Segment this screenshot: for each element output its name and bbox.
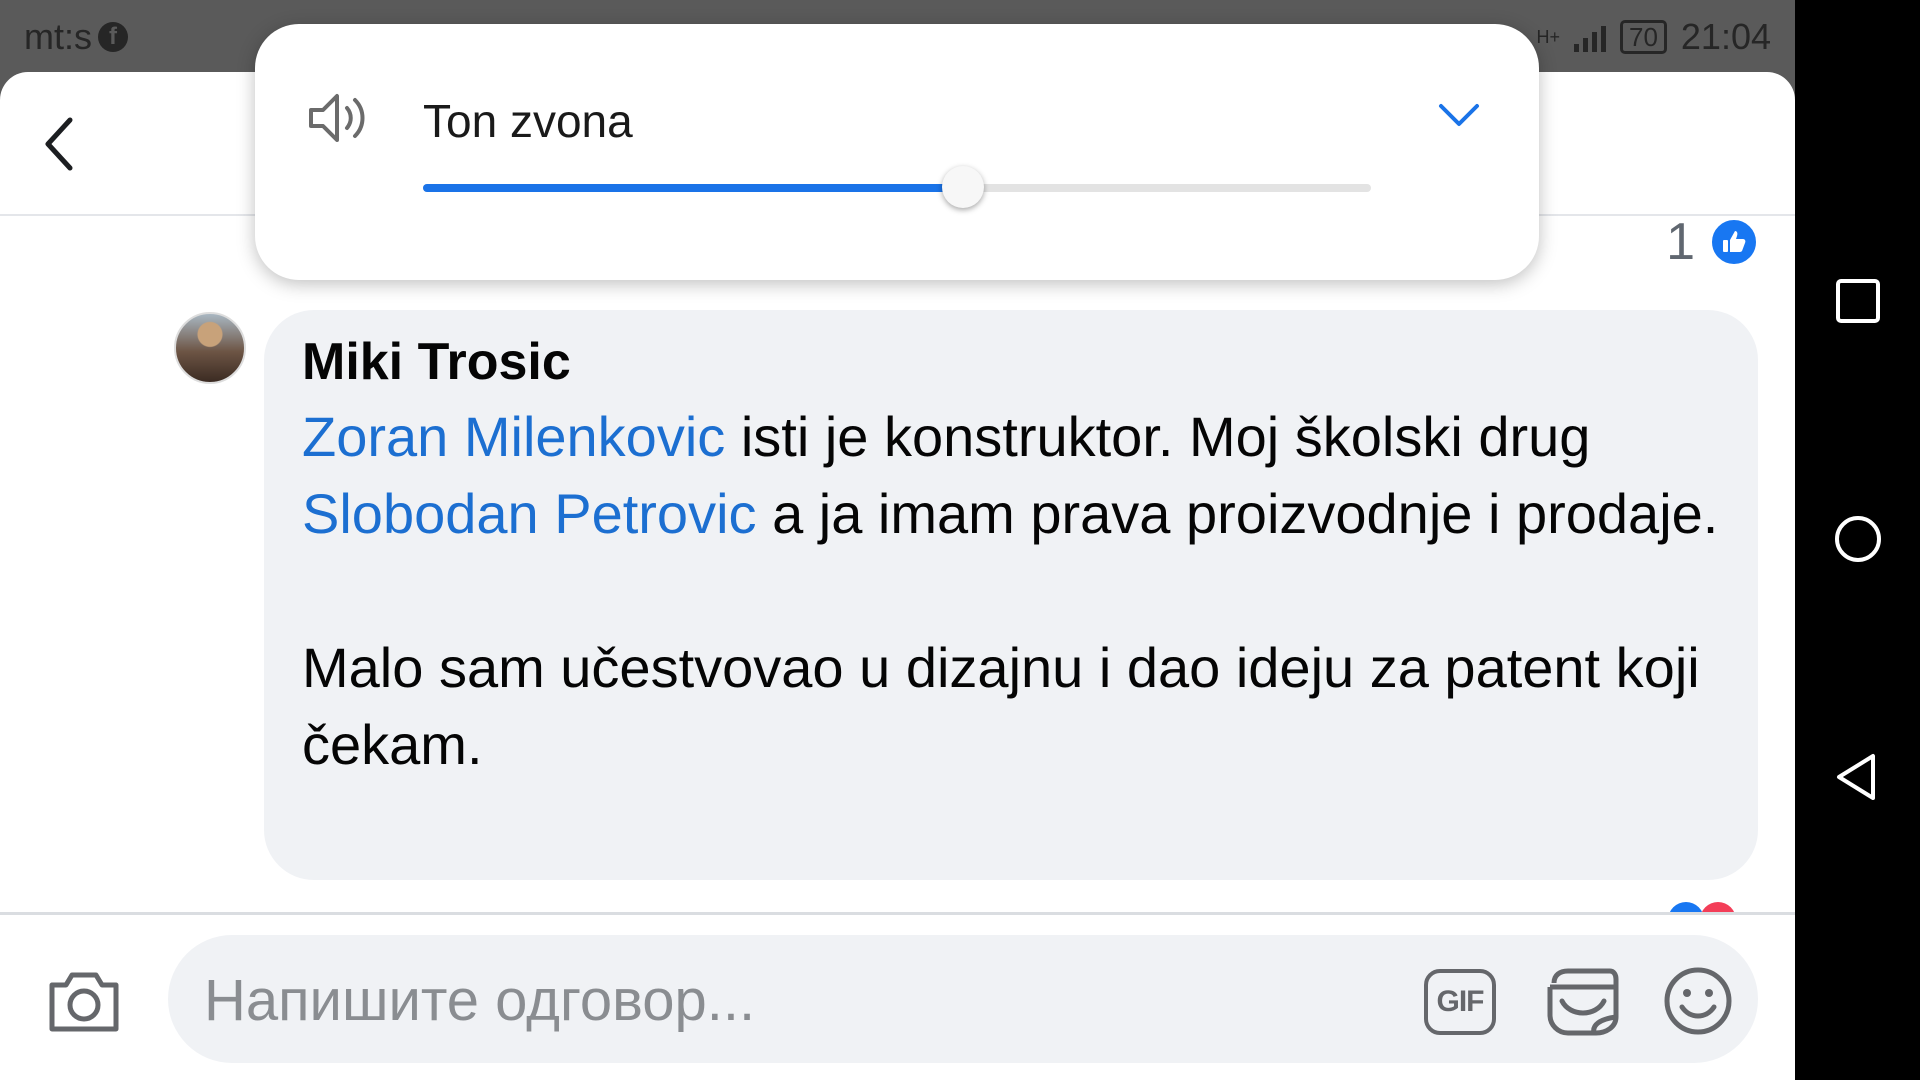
- like-count-row[interactable]: 1: [1666, 212, 1759, 272]
- comment-text-segment: isti je konstruktor. Moj školski drug: [725, 405, 1591, 468]
- facebook-icon: f: [98, 22, 128, 52]
- comment-author[interactable]: Miki Trosic: [302, 332, 1722, 392]
- phone-screen: mt:s f H+ 70 21:04 1 Miki Trosic Zoran M…: [0, 0, 1795, 1080]
- android-nav-bar: [1795, 0, 1920, 1080]
- clock: 21:04: [1680, 16, 1771, 57]
- sticker-icon[interactable]: [1544, 965, 1620, 1037]
- home-circle-icon[interactable]: [1833, 514, 1883, 564]
- reply-box[interactable]: GIF: [168, 935, 1758, 1063]
- back-triangle-icon[interactable]: [1833, 752, 1883, 802]
- reply-input[interactable]: [204, 965, 1304, 1035]
- gif-button[interactable]: GIF: [1424, 969, 1496, 1035]
- comment-bubble: Miki Trosic Zoran Milenkovic isti je kon…: [264, 310, 1758, 880]
- mention-link[interactable]: Slobodan Petrovic: [302, 482, 757, 545]
- chevron-down-icon[interactable]: [1437, 100, 1481, 130]
- battery-icon: 70: [1619, 20, 1667, 54]
- network-type: H+: [1536, 26, 1560, 47]
- volume-slider-thumb[interactable]: [942, 166, 985, 208]
- thumbs-up-icon: [1709, 217, 1759, 267]
- avatar[interactable]: [174, 312, 246, 384]
- status-right: H+ 70 21:04: [1536, 16, 1771, 58]
- carrier-name: mt:s: [24, 16, 92, 57]
- volume-slider-fill: [423, 184, 964, 192]
- emoji-icon[interactable]: [1662, 965, 1734, 1037]
- signal-icon: [1573, 22, 1606, 52]
- comment-paragraph: Malo sam učestvovao u dizajnu i dao idej…: [302, 636, 1700, 776]
- volume-panel: Ton zvona: [255, 24, 1539, 280]
- reply-composer: GIF: [0, 912, 1795, 1080]
- recents-square-icon[interactable]: [1833, 276, 1883, 326]
- status-left: mt:s f: [24, 16, 128, 58]
- back-arrow-icon[interactable]: [40, 114, 80, 174]
- camera-icon[interactable]: [46, 967, 122, 1035]
- mention-link[interactable]: Zoran Milenkovic: [302, 405, 725, 468]
- speaker-icon[interactable]: [307, 90, 371, 146]
- comment-text-segment: a ja imam prava proizvodnje i prodaje.: [756, 482, 1719, 545]
- comment-text: Zoran Milenkovic isti je konstruktor. Mo…: [302, 398, 1722, 783]
- volume-slider[interactable]: [423, 166, 1371, 208]
- like-count: 1: [1666, 213, 1695, 271]
- volume-label: Ton zvona: [423, 95, 633, 147]
